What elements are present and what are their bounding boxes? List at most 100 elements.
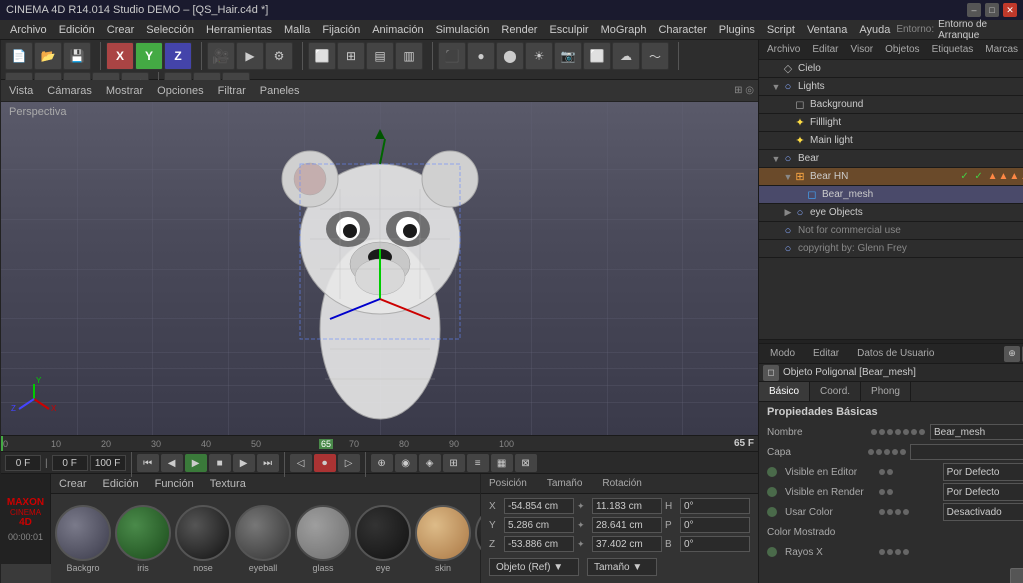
view-1-btn[interactable]: ⬜ [308, 42, 336, 70]
frame-field[interactable]: 0 F [52, 455, 88, 471]
render-settings-btn[interactable]: ⚙ [265, 42, 293, 70]
goto-end-btn[interactable]: ⏭ [257, 454, 279, 472]
menu-seleccion[interactable]: Selección [140, 22, 200, 38]
keyframe-next-btn[interactable]: ▷ [338, 454, 360, 472]
obj-visor-btn[interactable]: Visor [846, 43, 877, 56]
maximize-button[interactable]: □ [985, 3, 999, 17]
menu-character[interactable]: Character [652, 22, 712, 38]
stop-btn[interactable]: ■ [209, 454, 231, 472]
props-tab-phong[interactable]: Phong [861, 382, 911, 401]
coord-x-btn[interactable]: X [106, 42, 134, 70]
prop-vis-editor-dropdown[interactable]: Por Defecto ▼ [943, 463, 1023, 481]
menu-edicion[interactable]: Edición [53, 22, 101, 38]
obj-item-mainlight[interactable]: ✦ Main light ✓ ✓ [759, 132, 1023, 150]
mat-item-glass[interactable]: glass [295, 505, 351, 573]
mat-item-iris[interactable]: iris [115, 505, 171, 573]
keyframe-record-btn[interactable]: ⏺ [314, 454, 336, 472]
obj-item-eyeobjects[interactable]: ▶ ○ eye Objects ✓ ✓ [759, 204, 1023, 222]
size-x-input[interactable] [592, 498, 662, 514]
size-y-input[interactable] [592, 517, 662, 533]
vp-menu-camaras[interactable]: Cámaras [43, 84, 96, 98]
obj-item-background[interactable]: ◻ Background ✓ ✓ [759, 96, 1023, 114]
playback-opts-btn[interactable]: ◈ [419, 454, 441, 472]
menu-archivo[interactable]: Archivo [4, 22, 53, 38]
obj-etiquetas-btn[interactable]: Etiquetas [928, 43, 978, 56]
animation-layer-btn[interactable]: ▦ [491, 454, 513, 472]
pose-btn[interactable]: ⊞ [443, 454, 465, 472]
goto-start-btn[interactable]: ⏮ [137, 454, 159, 472]
mat-menu-edicion[interactable]: Edición [99, 477, 143, 491]
obj-item-copyright[interactable]: ○ copyright by: Glenn Frey ● ● [759, 240, 1023, 258]
view-4-btn[interactable]: ⊞ [337, 42, 365, 70]
vp-menu-opciones[interactable]: Opciones [153, 84, 207, 98]
expand-bear[interactable]: ▼ [771, 154, 781, 164]
menu-mograph[interactable]: MoGraph [595, 22, 653, 38]
sphere-btn[interactable]: ● [467, 42, 495, 70]
props-icon1[interactable]: ⊕ [1004, 346, 1020, 362]
spline-btn[interactable]: 〜 [641, 42, 669, 70]
view-side-btn[interactable]: ▥ [395, 42, 423, 70]
expand-eye[interactable]: ▶ [783, 208, 793, 218]
next-frame-btn[interactable]: ▶ [233, 454, 255, 472]
menu-malla[interactable]: Malla [278, 22, 316, 38]
props-mode-datos[interactable]: Datos de Usuario [850, 346, 941, 361]
props-tab-coord[interactable]: Coord. [810, 382, 861, 401]
minimize-button[interactable]: – [967, 3, 981, 17]
vp-menu-filtrar[interactable]: Filtrar [214, 84, 250, 98]
menu-herramientas[interactable]: Herramientas [200, 22, 278, 38]
prop-usar-color-dropdown[interactable]: Desactivado ▼ [943, 503, 1023, 521]
props-tab-basico[interactable]: Básico [759, 382, 810, 401]
obj-editar-btn[interactable]: Editar [808, 43, 842, 56]
mat-item-nose[interactable]: nose [175, 505, 231, 573]
coord-z-btn[interactable]: Z [164, 42, 192, 70]
menu-ayuda[interactable]: Ayuda [853, 22, 896, 38]
mat-item-skin[interactable]: skin [415, 505, 471, 573]
vp-menu-mostrar[interactable]: Mostrar [102, 84, 147, 98]
floor-btn[interactable]: ⬜ [583, 42, 611, 70]
obj-item-lights[interactable]: ▼ ○ Lights ✓ ✓ [759, 78, 1023, 96]
vp-menu-paneles[interactable]: Paneles [256, 84, 304, 98]
size-z-input[interactable] [592, 536, 662, 552]
menu-esculpir[interactable]: Esculpir [543, 22, 594, 38]
coord-y-btn[interactable]: Y [135, 42, 163, 70]
prop-capa-input[interactable] [910, 444, 1023, 460]
cube-btn[interactable]: ⬛ [438, 42, 466, 70]
h-rot-input[interactable] [680, 498, 750, 514]
mat-menu-textura[interactable]: Textura [206, 477, 250, 491]
z-pos-input[interactable] [504, 536, 574, 552]
prop-nombre-input[interactable] [930, 424, 1023, 440]
new-button[interactable]: 📄 [5, 42, 33, 70]
keyframe-prev-btn[interactable]: ◁ [290, 454, 312, 472]
props-mode-editar[interactable]: Editar [806, 346, 846, 361]
obj-item-bear[interactable]: ▼ ○ Bear ✓ ✓ [759, 150, 1023, 168]
cylinder-btn[interactable]: ⬤ [496, 42, 524, 70]
menu-animacion[interactable]: Animación [366, 22, 429, 38]
menu-fijacion[interactable]: Fijación [316, 22, 366, 38]
current-frame-display[interactable]: 0 F [5, 455, 41, 471]
motion-track-btn[interactable]: ⊕ [371, 454, 393, 472]
obj-archivo-btn[interactable]: Archivo [763, 43, 804, 56]
b-rot-input[interactable] [680, 536, 750, 552]
close-button[interactable]: ✕ [1003, 3, 1017, 17]
obj-item-notcommercial[interactable]: ○ Not for commercial use ● ● [759, 222, 1023, 240]
apply-button[interactable]: Aplicar [1010, 568, 1023, 583]
prev-frame-btn[interactable]: ◀ [161, 454, 183, 472]
menu-render[interactable]: Render [495, 22, 543, 38]
p-rot-input[interactable] [680, 517, 750, 533]
mat-item-eyeball[interactable]: eyeball [235, 505, 291, 573]
menu-simulacion[interactable]: Simulación [430, 22, 496, 38]
obj-item-bearmesh[interactable]: ◻ Bear_mesh ✓ ✓ [759, 186, 1023, 204]
render-active-btn[interactable]: 🎥 [207, 42, 235, 70]
obj-item-filllight[interactable]: ✦ Filllight ✓ ✓ [759, 114, 1023, 132]
timeline-ruler[interactable]: 0 10 20 30 40 50 65 70 80 90 100 65 F [1, 436, 758, 452]
obj-objetos-btn[interactable]: Objetos [881, 43, 923, 56]
props-mode-modo[interactable]: Modo [763, 346, 802, 361]
record-all-btn[interactable]: ◉ [395, 454, 417, 472]
timeline-playhead[interactable] [1, 436, 3, 451]
light-btn[interactable]: ☀ [525, 42, 553, 70]
prop-vis-render-dropdown[interactable]: Por Defecto ▼ [943, 483, 1023, 501]
fps-display[interactable]: 100 F [90, 455, 126, 471]
cam-btn[interactable]: 📷 [554, 42, 582, 70]
sky-btn[interactable]: ☁ [612, 42, 640, 70]
y-pos-input[interactable] [504, 517, 574, 533]
